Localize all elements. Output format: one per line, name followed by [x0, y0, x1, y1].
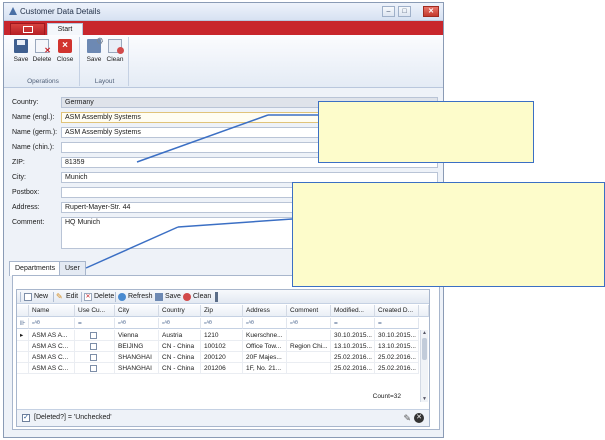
callout-leader-bottom-horizontal [177, 218, 293, 228]
callout-leader-bottom [85, 226, 179, 269]
callout-leader-top [136, 114, 269, 163]
callout-box-bottom [292, 182, 605, 287]
callout-box-top [318, 101, 534, 163]
